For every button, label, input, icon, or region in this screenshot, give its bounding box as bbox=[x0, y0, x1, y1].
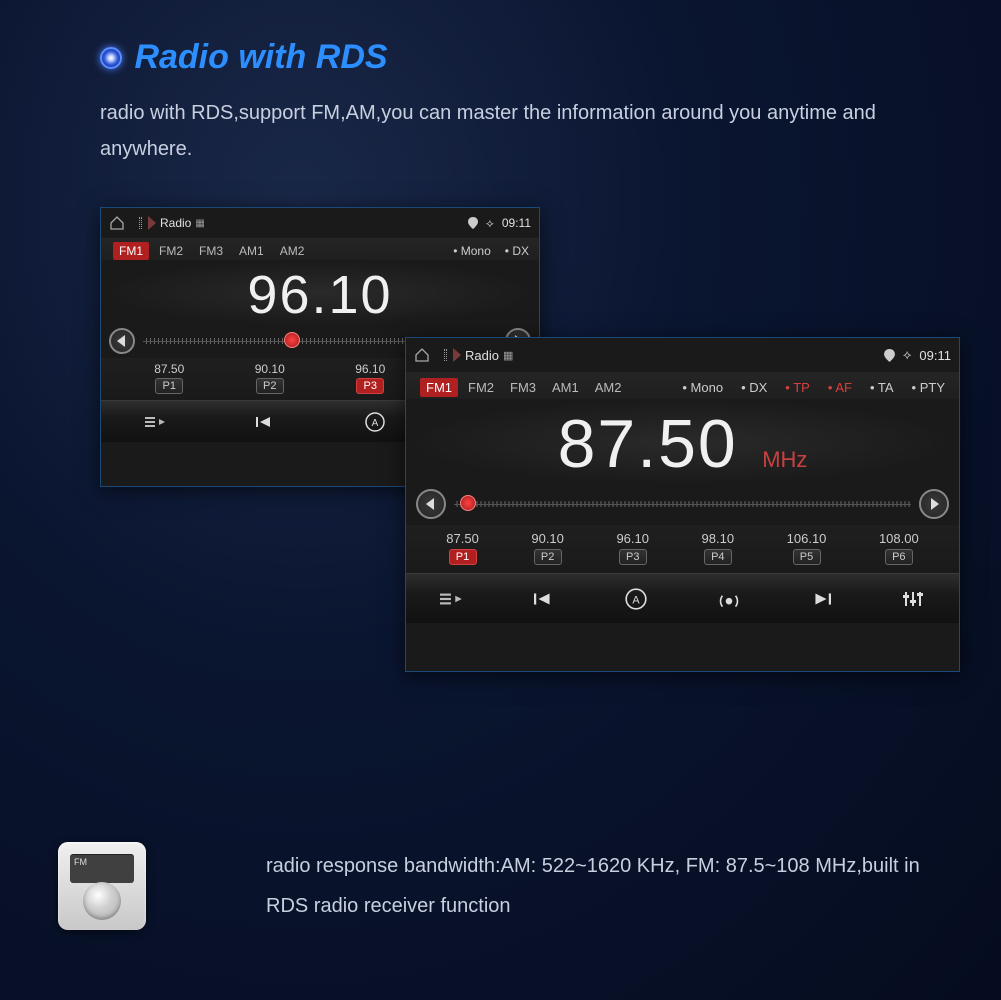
preset-badge: P6 bbox=[885, 549, 913, 565]
menu-dots-icon[interactable] bbox=[139, 217, 142, 229]
menu-dots-icon[interactable] bbox=[444, 349, 447, 361]
svg-text:A: A bbox=[371, 418, 378, 429]
preset-p3[interactable]: 96.10 P3 bbox=[355, 362, 385, 394]
drawer-button[interactable] bbox=[136, 415, 176, 429]
prev-track-button[interactable] bbox=[245, 415, 285, 429]
preset-badge: P5 bbox=[793, 549, 821, 565]
band-am2[interactable]: AM2 bbox=[274, 242, 311, 260]
page-subtitle: radio with RDS,support FM,AM,you can mas… bbox=[100, 95, 920, 167]
status-bar: Radio ▦ ⟡ 09:11 bbox=[101, 208, 539, 238]
preset-freq: 108.00 bbox=[879, 531, 919, 546]
band-fm2[interactable]: FM2 bbox=[153, 242, 189, 260]
bluetooth-icon[interactable]: ⟡ bbox=[903, 347, 912, 363]
fm-app-icon: FM bbox=[58, 842, 146, 930]
preset-badge: P3 bbox=[356, 378, 384, 394]
option-mono[interactable]: Mono bbox=[453, 244, 491, 258]
broadcast-button[interactable] bbox=[709, 589, 749, 609]
preset-p3[interactable]: 96.10 P3 bbox=[616, 531, 649, 565]
preset-badge: P1 bbox=[155, 378, 183, 394]
preset-p2[interactable]: 90.10 P2 bbox=[255, 362, 285, 394]
preset-p4[interactable]: 98.10 P4 bbox=[702, 531, 735, 565]
svg-text:A: A bbox=[633, 594, 641, 606]
preset-freq: 87.50 bbox=[154, 362, 184, 376]
bottom-toolbar: A bbox=[406, 573, 959, 623]
frequency-value: 96.10 bbox=[247, 264, 392, 326]
tune-down-button[interactable] bbox=[416, 489, 446, 519]
home-icon[interactable] bbox=[109, 215, 125, 231]
status-bar: Radio ▦ ⟡ 09:11 bbox=[406, 338, 959, 372]
band-fm3[interactable]: FM3 bbox=[193, 242, 229, 260]
preset-p5[interactable]: 106.10 P5 bbox=[787, 531, 827, 565]
dial-pointer-icon[interactable] bbox=[460, 495, 476, 511]
option-dx[interactable]: DX bbox=[505, 244, 529, 258]
preset-badge: P4 bbox=[704, 549, 732, 565]
auto-scan-button[interactable]: A bbox=[355, 411, 395, 433]
frequency-unit: MHz bbox=[762, 447, 807, 472]
preset-p2[interactable]: 90.10 P2 bbox=[531, 531, 564, 565]
breadcrumb-chevron-icon bbox=[148, 216, 156, 230]
preset-row: 87.50 P1 90.10 P2 96.10 P3 98.10 P4 106.10 P5 108.… bbox=[406, 525, 959, 573]
bluetooth-icon[interactable]: ⟡ bbox=[486, 216, 494, 231]
equalizer-button[interactable] bbox=[893, 590, 933, 608]
tuning-dial[interactable] bbox=[454, 497, 911, 511]
preset-badge: P3 bbox=[619, 549, 647, 565]
radio-icon: ▦ bbox=[503, 349, 513, 362]
preset-badge: P2 bbox=[256, 378, 284, 394]
frequency-display: 87.50 MHz bbox=[406, 399, 959, 485]
preset-freq: 90.10 bbox=[531, 531, 564, 546]
auto-scan-button[interactable]: A bbox=[616, 587, 656, 611]
preset-freq: 87.50 bbox=[446, 531, 479, 546]
band-fm1[interactable]: FM1 bbox=[113, 242, 149, 260]
next-track-button[interactable] bbox=[801, 591, 841, 607]
tune-down-button[interactable] bbox=[109, 328, 135, 354]
prev-track-button[interactable] bbox=[524, 591, 564, 607]
dial-pointer-icon[interactable] bbox=[284, 332, 300, 348]
fm-icon-label: FM bbox=[74, 857, 87, 867]
tune-up-button[interactable] bbox=[919, 489, 949, 519]
frequency-display: 96.10 bbox=[101, 260, 539, 326]
option-row: FM1FM2FM3AM1AM2 Mono DX bbox=[101, 238, 539, 260]
band-fm2[interactable]: FM2 bbox=[462, 378, 500, 397]
band-fm3[interactable]: FM3 bbox=[504, 378, 542, 397]
option-af[interactable]: AF bbox=[828, 380, 852, 395]
band-am1[interactable]: AM1 bbox=[233, 242, 270, 260]
option-tp[interactable]: TP bbox=[785, 380, 810, 395]
breadcrumb-chevron-icon bbox=[453, 348, 461, 362]
bullet-icon bbox=[100, 47, 122, 69]
preset-badge: P1 bbox=[449, 549, 477, 565]
preset-p1[interactable]: 87.50 P1 bbox=[154, 362, 184, 394]
app-label: Radio bbox=[465, 348, 499, 363]
preset-freq: 96.10 bbox=[616, 531, 649, 546]
frequency-value: 87.50 bbox=[558, 405, 738, 483]
preset-freq: 98.10 bbox=[702, 531, 735, 546]
band-am2[interactable]: AM2 bbox=[589, 378, 628, 397]
drawer-button[interactable] bbox=[432, 591, 472, 607]
option-pty[interactable]: PTY bbox=[912, 380, 945, 395]
preset-p1[interactable]: 87.50 P1 bbox=[446, 531, 479, 565]
page-title: Radio with RDS bbox=[134, 38, 387, 77]
option-dx[interactable]: DX bbox=[741, 380, 767, 395]
footer-text: radio response bandwidth:AM: 522~1620 KH… bbox=[266, 846, 936, 926]
clock: 09:11 bbox=[919, 348, 951, 363]
option-ta[interactable]: TA bbox=[870, 380, 894, 395]
location-icon[interactable] bbox=[468, 217, 478, 229]
preset-p6[interactable]: 108.00 P6 bbox=[879, 531, 919, 565]
app-label: Radio bbox=[160, 216, 191, 230]
radio-icon: ▦ bbox=[195, 218, 204, 229]
option-mono[interactable]: Mono bbox=[682, 380, 723, 395]
home-icon[interactable] bbox=[414, 347, 430, 363]
clock: 09:11 bbox=[502, 216, 531, 230]
preset-freq: 96.10 bbox=[355, 362, 385, 376]
band-am1[interactable]: AM1 bbox=[546, 378, 585, 397]
location-icon[interactable] bbox=[884, 349, 895, 362]
option-row: FM1FM2FM3AM1AM2 Mono DX TP AF TA PTY bbox=[406, 372, 959, 399]
preset-freq: 106.10 bbox=[787, 531, 827, 546]
radio-screenshot-2: Radio ▦ ⟡ 09:11 FM1FM2FM3AM1AM2 Mono DX TP… bbox=[405, 337, 960, 672]
band-fm1[interactable]: FM1 bbox=[420, 378, 458, 397]
preset-badge: P2 bbox=[534, 549, 562, 565]
preset-freq: 90.10 bbox=[255, 362, 285, 376]
